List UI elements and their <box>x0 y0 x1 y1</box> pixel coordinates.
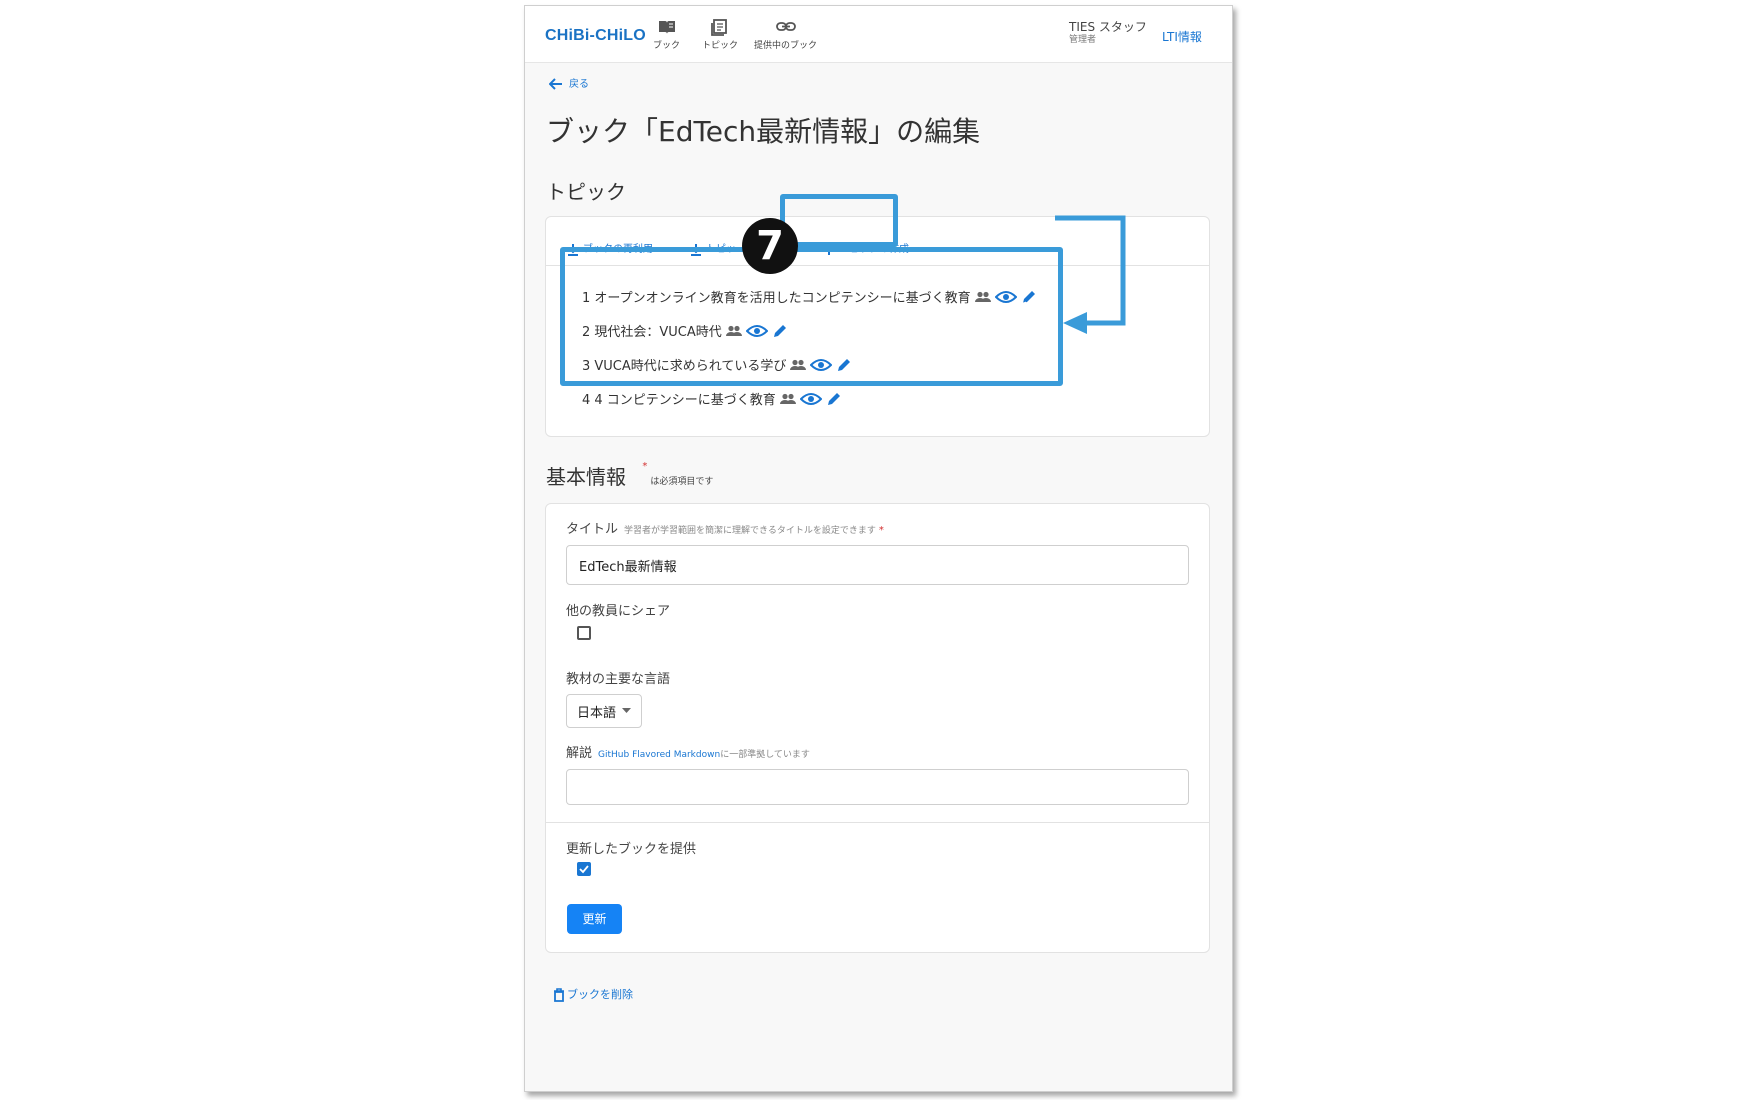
topics-heading: トピック <box>546 180 626 204</box>
user-name: TIES スタッフ <box>1069 20 1147 34</box>
basic-info-card: タイトル 学習者が学習範囲を簡潔に理解できるタイトルを設定できます * EdTech… <box>545 503 1210 953</box>
nav-books-label: ブック <box>653 41 681 51</box>
provide-checkbox[interactable] <box>577 862 591 876</box>
title-input[interactable]: EdTech最新情報 <box>566 545 1189 585</box>
language-select[interactable]: 日本語 <box>566 694 642 728</box>
app-window: CHiBi-CHiLO ブック トピック 提供中のブック TIES スタッフ 管… <box>524 5 1233 1092</box>
delete-book-label: ブックを削除 <box>567 988 633 1001</box>
title-label: タイトル <box>566 522 619 537</box>
app-bar: CHiBi-CHiLO ブック トピック 提供中のブック TIES スタッフ 管… <box>525 6 1232 63</box>
dropdown-arrow-icon <box>622 708 631 713</box>
section-divider <box>546 822 1209 823</box>
trash-icon <box>554 988 564 1002</box>
page-title: ブック「EdTech最新情報」の編集 <box>546 115 981 148</box>
back-link[interactable]: 戻る <box>548 75 589 90</box>
required-note: は必須項目です <box>650 477 714 487</box>
language-select-value: 日本語 <box>577 705 617 721</box>
description-field-label: 解説 GitHub Flavored Markdownに一部準拠しています <box>566 742 810 761</box>
checkmark-icon <box>579 865 589 874</box>
arrow-connector-icon <box>1055 215 1126 334</box>
update-button[interactable]: 更新 <box>567 904 622 934</box>
provide-label: 更新したブックを提供 <box>566 842 697 857</box>
user-info[interactable]: TIES スタッフ 管理者 <box>1069 21 1147 47</box>
nav-topics-label: トピック <box>702 41 739 51</box>
nav-topics[interactable]: トピック <box>702 18 738 51</box>
link-icon <box>775 22 796 31</box>
user-role: 管理者 <box>1069 35 1097 45</box>
language-label: 教材の主要な言語 <box>566 672 671 687</box>
edit-pencil-icon[interactable] <box>826 391 842 407</box>
back-label: 戻る <box>569 79 589 90</box>
book-icon <box>658 21 675 34</box>
basic-info-heading: 基本情報 *は必須項目です <box>546 461 713 490</box>
required-mark: * <box>878 525 884 536</box>
create-topic-highlight <box>780 194 898 247</box>
share-checkbox[interactable] <box>577 626 591 640</box>
description-hint: に一部準拠しています <box>720 750 810 760</box>
arrow-left-icon <box>548 78 562 90</box>
nav-books[interactable]: ブック <box>653 18 680 51</box>
topic-title: 4 4 コンピテンシーに基づく教育 <box>582 393 776 408</box>
description-label: 解説 <box>566 746 593 761</box>
basic-info-title: 基本情報 <box>546 465 626 489</box>
lti-info-link[interactable]: LTI情報 <box>1162 28 1202 45</box>
title-input-value: EdTech最新情報 <box>579 559 677 575</box>
nav-provided-books[interactable]: 提供中のブック <box>754 18 817 51</box>
people-icon <box>779 393 796 405</box>
title-hint: 学習者が学習範囲を簡潔に理解できるタイトルを設定できます <box>624 526 876 536</box>
share-label: 他の教員にシェア <box>566 604 671 619</box>
required-mark: * <box>642 461 648 472</box>
step-number-badge: 7 <box>742 218 798 274</box>
nav-provided-books-label: 提供中のブック <box>754 41 818 51</box>
preview-eye-icon[interactable] <box>799 392 822 406</box>
delete-book-button[interactable]: ブックを削除 <box>553 986 633 1002</box>
markdown-link[interactable]: GitHub Flavored Markdown <box>598 750 720 760</box>
description-input[interactable] <box>566 769 1189 805</box>
brand-logo[interactable]: CHiBi-CHiLO <box>545 27 646 45</box>
title-field-label: タイトル 学習者が学習範囲を簡潔に理解できるタイトルを設定できます * <box>566 518 884 537</box>
topics-icon <box>711 19 727 36</box>
topic-list-highlight <box>560 247 1063 386</box>
topic-row[interactable]: 4 4 コンピテンシーに基づく教育 <box>582 389 842 408</box>
